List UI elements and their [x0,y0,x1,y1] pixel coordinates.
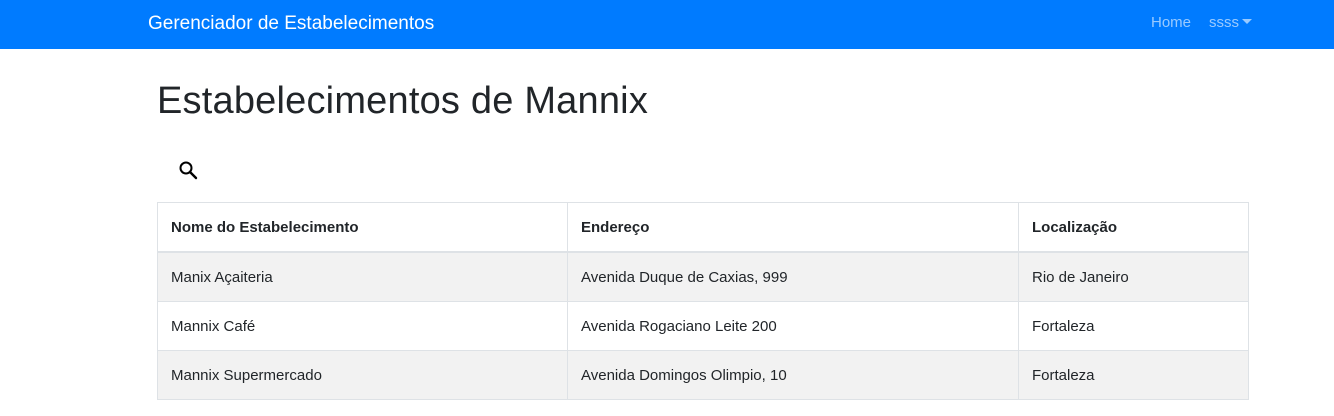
cell-endereco: Avenida Duque de Caxias, 999 [567,251,1019,302]
column-header-localizacao: Localização [1018,202,1249,253]
page-title: Estabelecimentos de Mannix [157,80,649,122]
column-header-endereco: Endereço [567,202,1019,253]
cell-localizacao: Rio de Janeiro [1018,251,1249,302]
caret-down-icon [1242,19,1252,24]
search-icon [179,161,198,180]
user-dropdown-label: ssss [1209,14,1239,31]
table-row[interactable]: Manix Açaiteria Avenida Duque de Caxias,… [157,251,1249,302]
table-row[interactable]: Mannix Supermercado Avenida Domingos Oli… [157,350,1249,400]
nav-home-link[interactable]: Home [1151,14,1191,32]
cell-endereco: Avenida Rogaciano Leite 200 [567,301,1019,351]
user-dropdown-toggle[interactable]: ssss [1209,14,1252,32]
column-header-nome: Nome do Estabelecimento [157,202,568,253]
cell-nome: Mannix Supermercado [157,350,568,400]
navbar-brand[interactable]: Gerenciador de Estabelecimentos [148,12,434,36]
table-header-row: Nome do Estabelecimento Endereço Localiz… [157,202,1249,253]
table-row[interactable]: Mannix Café Avenida Rogaciano Leite 200 … [157,301,1249,351]
cell-endereco: Avenida Domingos Olimpio, 10 [567,350,1019,400]
cell-localizacao: Fortaleza [1018,350,1249,400]
navbar: Gerenciador de Estabelecimentos Home sss… [0,0,1334,49]
cell-nome: Mannix Café [157,301,568,351]
search-button[interactable] [172,154,204,186]
cell-nome: Manix Açaiteria [157,251,568,302]
establishments-table: Nome do Estabelecimento Endereço Localiz… [157,202,1249,400]
cell-localizacao: Fortaleza [1018,301,1249,351]
